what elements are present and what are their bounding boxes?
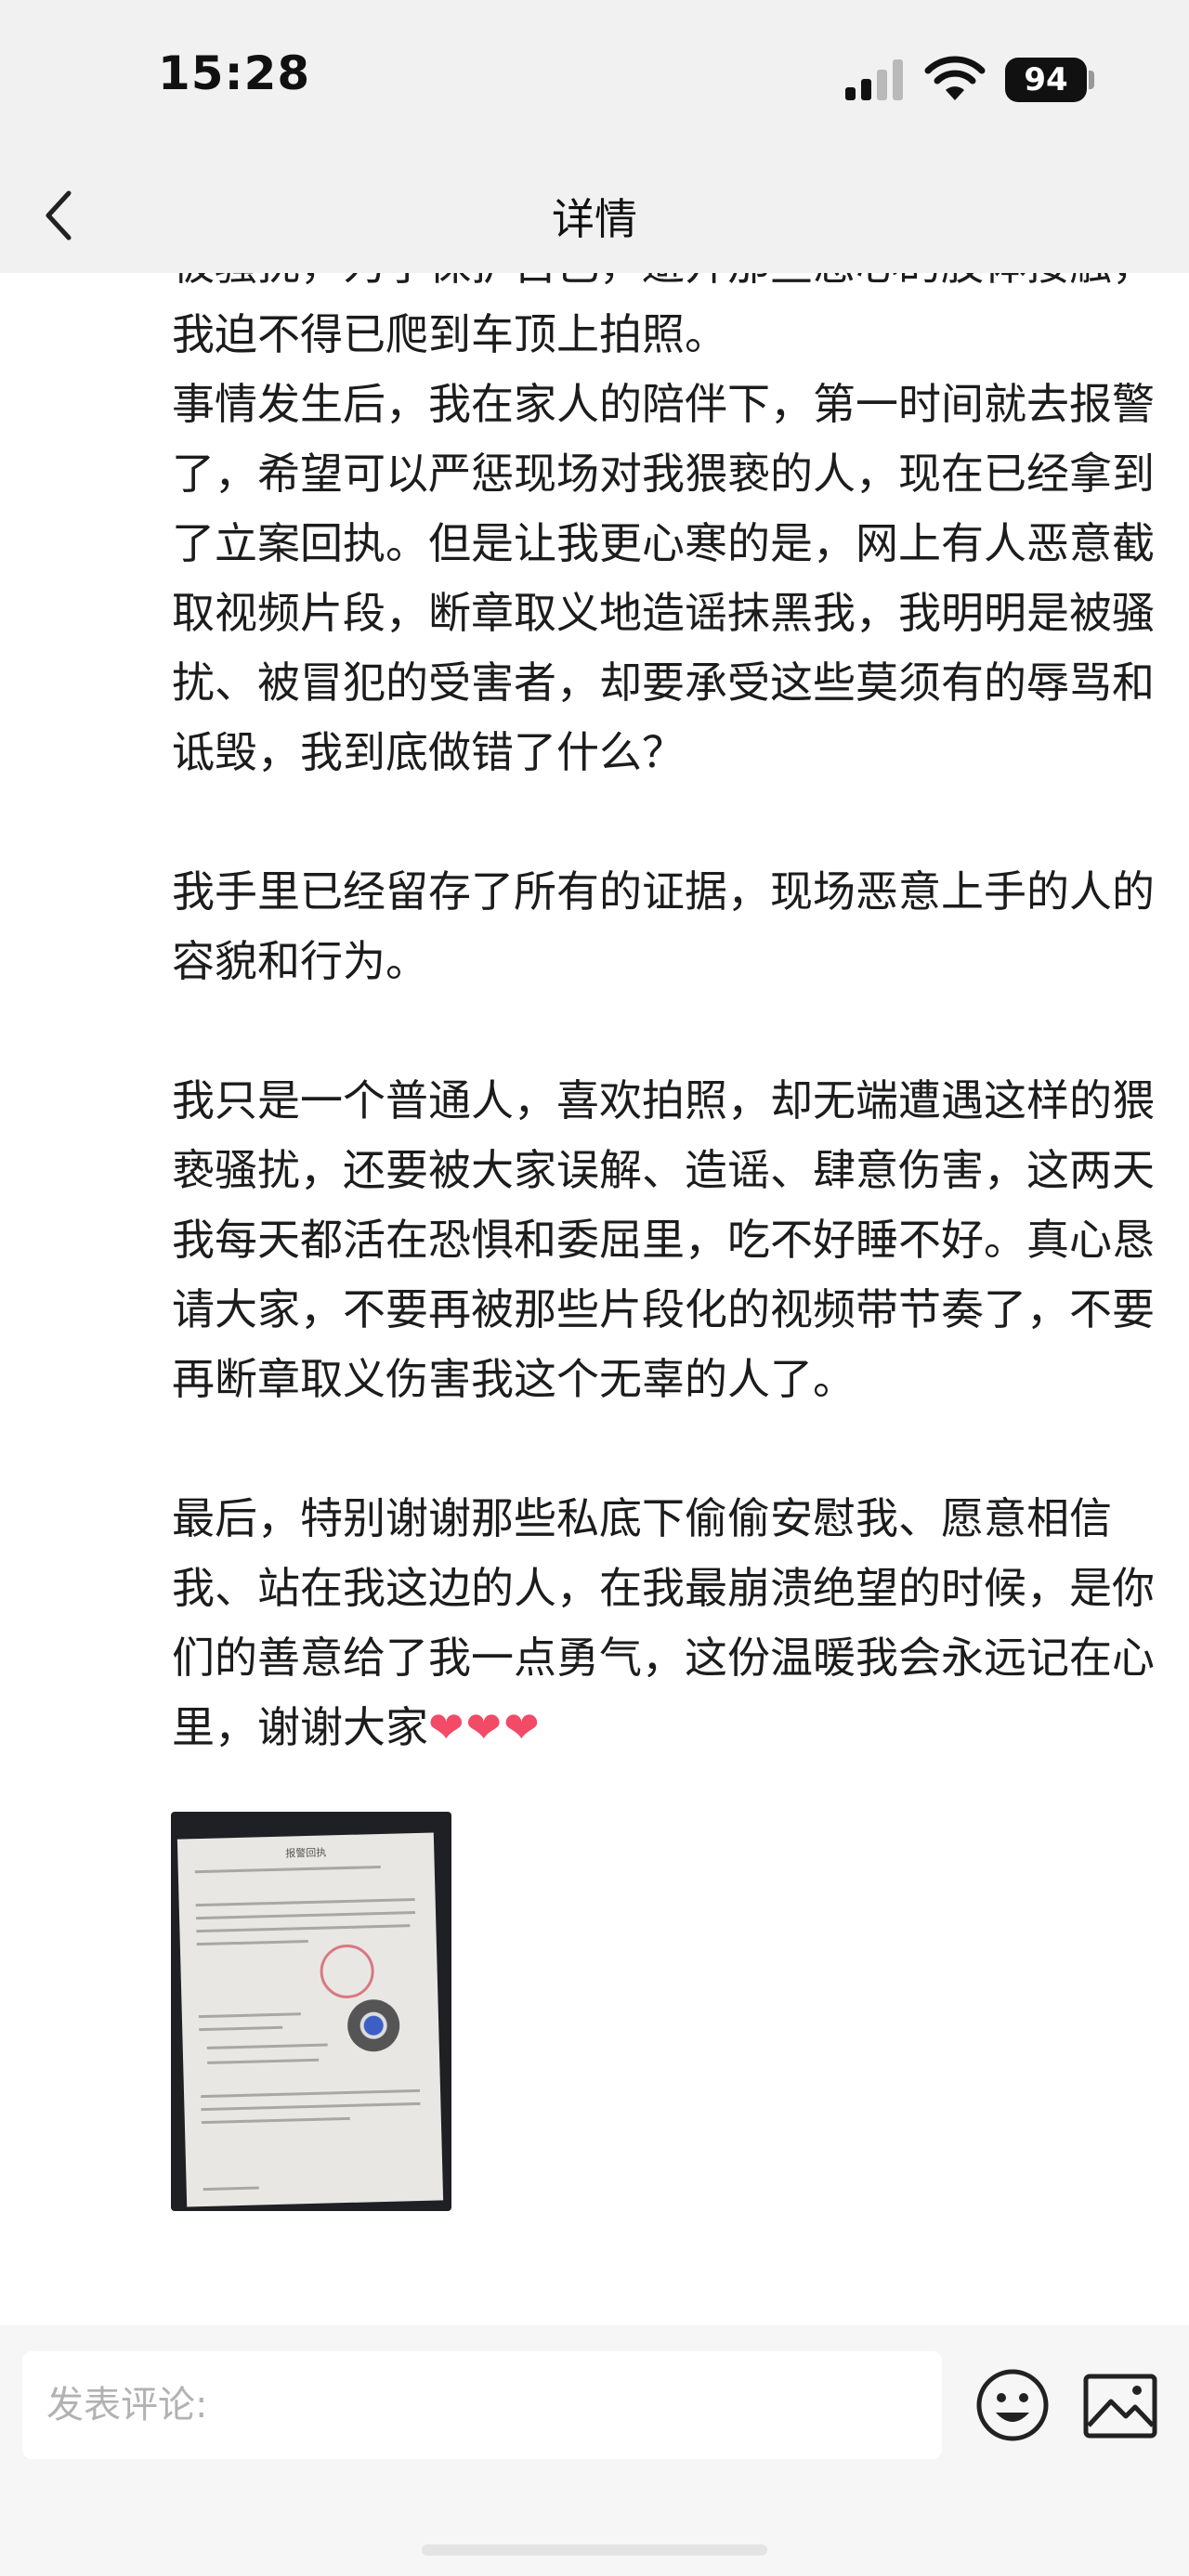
receipt-paper: 报警回执: [176, 1832, 444, 2207]
paragraph: 事情发生后，我在家人的陪伴下，第一时间就去报警了，希望可以严惩现场对我猥亵的人，…: [172, 379, 1155, 777]
emoji-icon[interactable]: [973, 2366, 1052, 2444]
paragraph-last: 最后，特别谢谢那些私底下偷偷安慰我、愿意相信我、站在我这边的人，在我最崩溃绝望的…: [172, 1484, 1156, 1763]
nav-bar: 详情: [0, 158, 1189, 273]
paragraph: 我只是一个普通人，喜欢拍照，却无端遭遇这样的猥亵骚扰，还要被大家误解、造谣、肆意…: [172, 1075, 1155, 1404]
wifi-icon: [924, 56, 986, 100]
receipt-heading: 报警回执: [285, 1846, 327, 1860]
image-icon[interactable]: [1081, 2370, 1159, 2442]
qr-code: [346, 1998, 400, 2052]
paragraph: 我手里已经留存了所有的证据，现场恶意上手的人的容貌和行为。: [172, 866, 1155, 986]
battery-icon: 94: [1005, 58, 1087, 102]
comment-input[interactable]: [22, 2351, 942, 2459]
comment-bar: [0, 2325, 1189, 2576]
paragraph-text: 最后，特别谢谢那些私底下偷偷安慰我、愿意相信我、站在我这边的人，在我最崩溃绝望的…: [172, 1493, 1155, 1752]
hearts-emoji: ❤❤❤: [428, 1702, 542, 1752]
home-indicator: [422, 2544, 767, 2556]
post-content[interactable]: 被骚扰，为了保护自己，避开那些恶心的肢体接触，我迫不得已爬到车顶上拍照。 事情发…: [0, 273, 1189, 2325]
battery-tip: [1089, 71, 1094, 89]
receipt-image[interactable]: 报警回执: [171, 1812, 451, 2211]
status-bar: 15:28 94: [0, 0, 1189, 158]
post-body: 被骚扰，为了保护自己，避开那些恶心的肢体接触，我迫不得已爬到车顶上拍照。 事情发…: [172, 273, 1156, 1763]
paragraph: 被骚扰，为了保护自己，避开那些恶心的肢体接触，我迫不得已爬到车顶上拍照。: [172, 273, 1155, 359]
page-title: 详情: [552, 194, 637, 244]
status-time: 15:28: [158, 46, 311, 100]
signal-icon: [845, 59, 903, 100]
red-stamp: [319, 1944, 375, 1999]
